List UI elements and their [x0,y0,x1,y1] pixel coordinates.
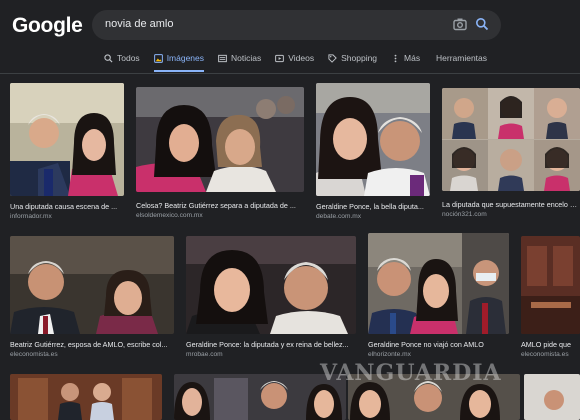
result-thumbnail[interactable] [316,83,430,196]
result-thumbnail[interactable] [368,233,509,334]
tab-label: Imágenes [166,53,205,63]
result-thumbnail[interactable] [136,87,304,192]
search-input[interactable]: novia de amlo [105,18,174,30]
result-thumbnail[interactable] [10,83,124,196]
image-result[interactable]: La diputada que supuestamente encelo a .… [442,88,580,225]
image-result[interactable]: Celosa? Beatriz Gutiérrez separa a diput… [136,87,304,225]
tab-label: Todos [117,53,140,63]
result-source: debate.com.mx [316,213,362,220]
search-icon [104,53,113,63]
tag-icon [328,53,337,63]
search-tabs: Todos Imágenes Noticias Videos Shopping … [104,50,434,72]
search-icon[interactable] [475,17,489,31]
result-thumbnail[interactable] [442,88,580,191]
news-icon [218,54,227,62]
google-logo[interactable]: Google [12,14,83,38]
image-result[interactable] [524,374,580,420]
result-thumbnail[interactable] [10,236,174,334]
result-source: eleconomista.es [521,351,569,358]
result-title[interactable]: Celosa? Beatriz Gutiérrez separa a diput… [136,201,304,210]
tab-label: Shopping [341,53,378,63]
image-result[interactable]: Beatriz Gutiérrez, esposa de AMLO, escri… [10,236,174,362]
watermark: VANGUARDIA [320,360,502,386]
result-source: eleconomista.es [10,351,58,358]
image-result[interactable]: Una diputada causa escena de ... informa… [10,83,124,225]
result-thumbnail[interactable] [524,374,580,420]
result-title[interactable]: Geraldine Ponce no viajó con AMLO [368,340,508,349]
image-result[interactable]: AMLO pide que eleconomista.es [521,236,580,362]
tab-shopping[interactable]: Shopping [328,50,377,66]
result-title[interactable]: AMLO pide que [521,340,580,349]
result-thumbnail[interactable] [521,236,580,334]
tab-todos[interactable]: Todos [104,50,140,66]
image-result[interactable]: Geraldine Ponce no viajó con AMLO elhori… [368,233,509,362]
result-source: mrobae.com [186,351,223,358]
result-title[interactable]: Geraldine Ponce: la diputada y ex reina … [186,340,356,349]
result-source: elsoldemexico.com.mx [136,212,203,219]
result-source: elhorizonte.mx [368,351,411,358]
tools-button[interactable]: Herramientas [436,53,487,63]
tab-videos[interactable]: Videos [275,50,314,66]
more-icon [394,54,397,62]
result-source: informador.mx [10,213,52,220]
tab-noticias[interactable]: Noticias [218,50,261,66]
result-thumbnail[interactable] [186,236,356,334]
result-thumbnail[interactable] [10,374,162,420]
image-result[interactable] [10,374,162,420]
image-icon [153,53,163,63]
video-icon [275,54,285,62]
result-source: noción321.com [442,211,487,218]
result-title[interactable]: Beatriz Gutiérrez, esposa de AMLO, escri… [10,340,174,349]
header-divider [0,73,580,74]
tab-label: Videos [288,53,315,63]
result-title[interactable]: Una diputada causa escena de ... [10,202,124,211]
result-title[interactable]: Geraldine Ponce, la bella diputa... [316,202,430,211]
tab-imagenes[interactable]: Imágenes [153,50,205,72]
tab-mas[interactable]: Más [391,50,420,66]
search-bar[interactable]: novia de amlo [92,10,501,40]
camera-icon[interactable] [453,17,467,31]
image-result[interactable]: Geraldine Ponce: la diputada y ex reina … [186,236,356,362]
image-result[interactable]: Geraldine Ponce, la bella diputa... deba… [316,83,430,225]
result-title[interactable]: La diputada que supuestamente encelo a .… [442,200,578,209]
tab-label: Noticias [231,53,262,63]
tab-label: Más [404,53,421,63]
